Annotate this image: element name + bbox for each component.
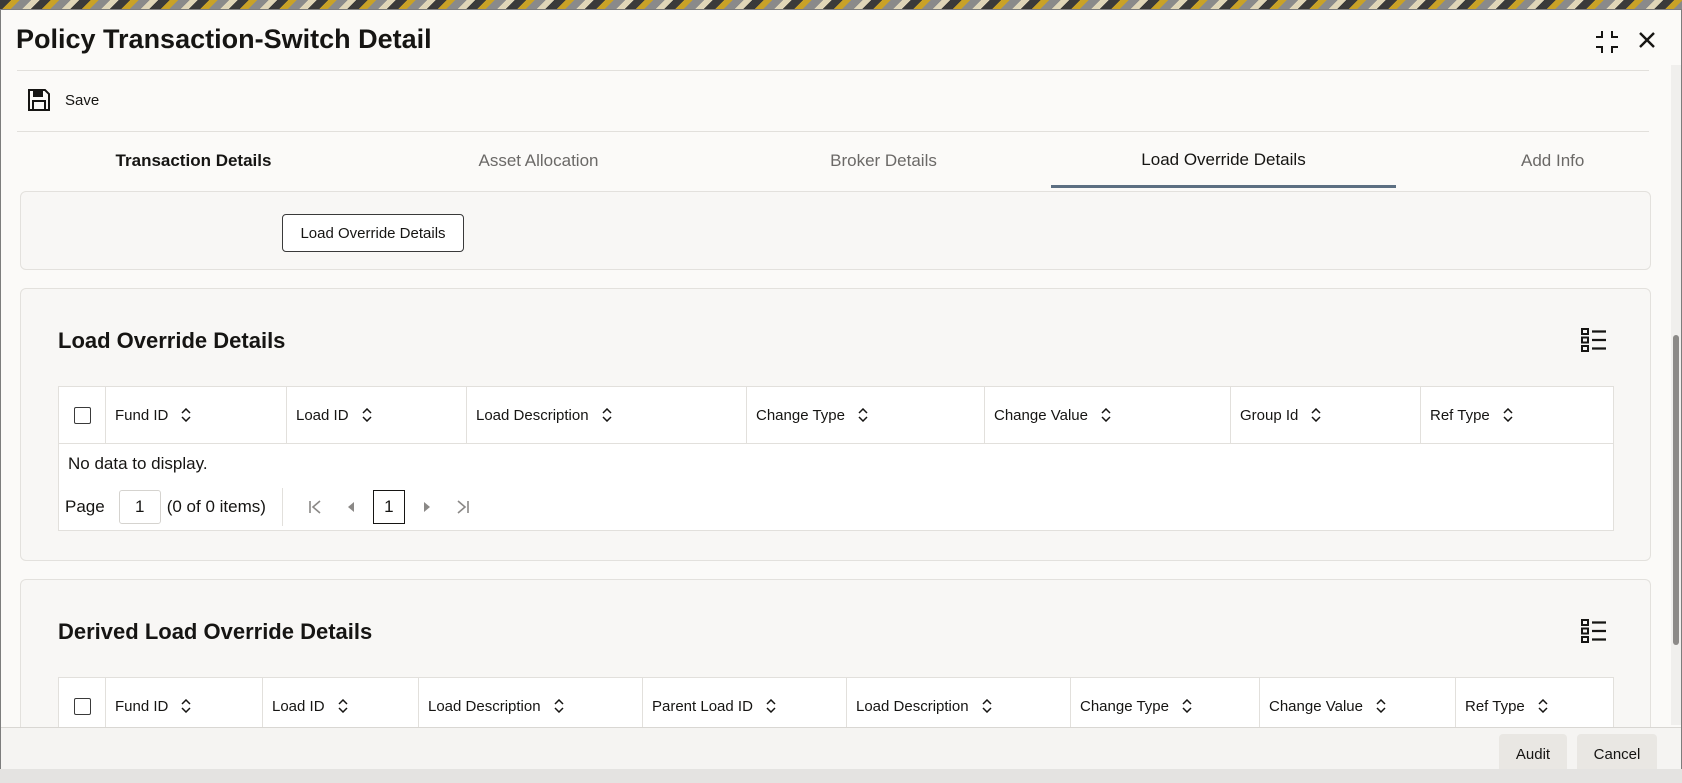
load-override-button-panel: Load Override Details (20, 191, 1651, 270)
sort-icon[interactable] (1310, 408, 1322, 422)
tab-broker-details[interactable]: Broker Details (711, 134, 1056, 188)
table-header: Fund ID Load ID Load Description Change … (59, 387, 1613, 444)
sort-icon[interactable] (180, 408, 192, 422)
background-banner (0, 0, 1682, 9)
select-all-cell (59, 678, 106, 734)
tab-add-info[interactable]: Add Info (1381, 134, 1682, 188)
column-label: Group Id (1240, 406, 1299, 424)
column-header[interactable]: Change Value (1260, 678, 1456, 734)
column-label: Fund ID (115, 697, 169, 715)
save-icon[interactable] (27, 88, 51, 112)
status-strip (0, 769, 1682, 783)
column-label: Change Value (1269, 697, 1363, 715)
column-label: Load ID (272, 697, 325, 715)
column-header[interactable]: Load ID (263, 678, 419, 734)
column-label: Load Description (476, 406, 589, 424)
sort-icon[interactable] (180, 699, 192, 713)
column-label: Load ID (296, 406, 349, 424)
column-label: Change Value (994, 406, 1088, 424)
save-button[interactable]: Save (65, 92, 99, 109)
empty-message: No data to display. (68, 454, 208, 473)
load-override-table: Fund ID Load ID Load Description Change … (58, 386, 1614, 531)
next-page-icon[interactable] (409, 490, 445, 524)
select-all-cell (59, 387, 106, 443)
divider (17, 70, 1649, 71)
cancel-button[interactable]: Cancel (1577, 734, 1657, 774)
column-list-icon[interactable] (1581, 619, 1607, 643)
sort-icon[interactable] (337, 699, 349, 713)
page-label: Page (65, 497, 105, 516)
items-count: (0 of 0 items) (166, 497, 266, 516)
audit-button[interactable]: Audit (1499, 734, 1567, 774)
sort-icon[interactable] (601, 408, 613, 422)
column-header[interactable]: Load Description (419, 678, 643, 734)
tab-bar: Transaction Details Asset Allocation Bro… (21, 134, 1651, 188)
column-header[interactable]: Change Value (985, 387, 1231, 443)
toolbar: Save (27, 85, 99, 115)
column-header[interactable]: Change Type (1071, 678, 1260, 734)
column-label: Change Type (1080, 697, 1169, 715)
sort-icon[interactable] (1537, 699, 1549, 713)
page-title: Policy Transaction-Switch Detail (16, 24, 432, 54)
column-header[interactable]: Load Description (467, 387, 747, 443)
column-label: Change Type (756, 406, 845, 424)
column-label: Parent Load ID (652, 697, 753, 715)
sort-icon[interactable] (1100, 408, 1112, 422)
column-header[interactable]: Ref Type (1456, 678, 1613, 734)
derived-load-override-section: Derived Load Override Details Fund ID Lo… (20, 579, 1651, 739)
column-header[interactable]: Group Id (1231, 387, 1421, 443)
tab-load-override-details[interactable]: Load Override Details (1051, 134, 1396, 188)
sort-icon[interactable] (553, 699, 565, 713)
sort-icon[interactable] (1375, 699, 1387, 713)
column-list-icon[interactable] (1581, 328, 1607, 352)
sort-icon[interactable] (857, 408, 869, 422)
column-label: Load Description (428, 697, 541, 715)
column-header[interactable]: Change Type (747, 387, 985, 443)
last-page-icon[interactable] (445, 490, 481, 524)
close-icon[interactable] (1633, 26, 1661, 54)
column-header[interactable]: Ref Type (1421, 387, 1613, 443)
section-title: Derived Load Override Details (58, 619, 373, 644)
sort-icon[interactable] (981, 699, 993, 713)
scrollbar-thumb[interactable] (1673, 335, 1679, 645)
column-header[interactable]: Fund ID (106, 387, 287, 443)
vertical-scrollbar[interactable] (1671, 65, 1681, 725)
column-header[interactable]: Fund ID (106, 678, 263, 734)
page-number-input[interactable]: 1 (118, 490, 161, 524)
column-label: Fund ID (115, 406, 169, 424)
column-header[interactable]: Load Description (847, 678, 1071, 734)
title-bar: Policy Transaction-Switch Detail (1, 10, 1681, 72)
column-header[interactable]: Parent Load ID (643, 678, 847, 734)
section-title: Load Override Details (58, 328, 286, 353)
column-label: Ref Type (1430, 406, 1490, 424)
current-page-button[interactable]: 1 (372, 490, 405, 524)
first-page-icon[interactable] (297, 490, 333, 524)
load-override-section: Load Override Details Fund ID Load ID Lo… (20, 288, 1651, 561)
sort-icon[interactable] (765, 699, 777, 713)
sort-icon[interactable] (1502, 408, 1514, 422)
tab-transaction-details[interactable]: Transaction Details (21, 134, 366, 188)
tab-asset-allocation[interactable]: Asset Allocation (366, 134, 711, 188)
sort-icon[interactable] (1181, 699, 1193, 713)
divider (17, 131, 1649, 132)
expand-icon[interactable] (1593, 28, 1621, 56)
previous-page-icon[interactable] (333, 490, 369, 524)
column-label: Ref Type (1465, 697, 1525, 715)
dialog-window: Policy Transaction-Switch Detail Save Tr… (0, 9, 1682, 783)
column-label: Load Description (856, 697, 969, 715)
sort-icon[interactable] (361, 408, 373, 422)
select-all-checkbox[interactable] (73, 406, 91, 424)
load-override-details-button[interactable]: Load Override Details (282, 214, 464, 252)
column-header[interactable]: Load ID (287, 387, 467, 443)
pagination: Page 1 (0 of 0 items) 1 (59, 484, 1613, 530)
select-all-checkbox[interactable] (73, 697, 91, 715)
divider (281, 488, 283, 526)
